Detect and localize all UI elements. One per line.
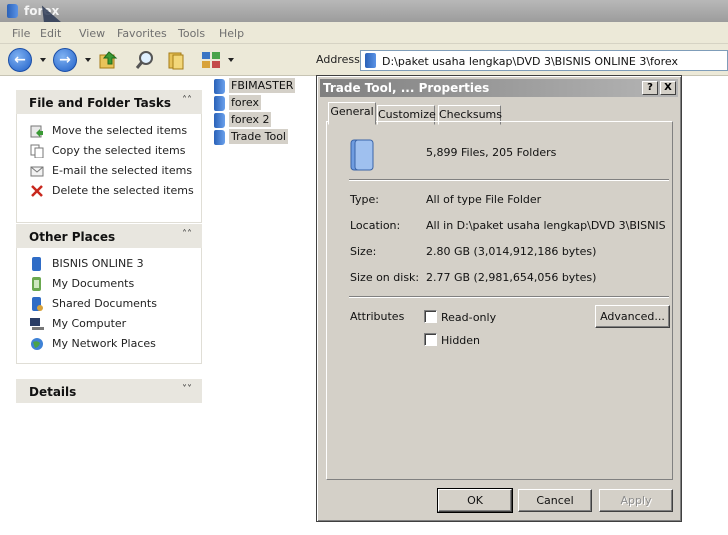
folder-icon xyxy=(365,53,376,68)
file-folder-tasks-panel: File and Folder Tasks ˄˄ Move the select… xyxy=(16,90,202,223)
folder-icon xyxy=(7,4,18,18)
read-only-label: Read-only xyxy=(441,311,497,324)
task-pane: File and Folder Tasks ˄˄ Move the select… xyxy=(0,76,212,535)
folder-icon xyxy=(348,138,376,172)
place-my-documents[interactable]: My Documents xyxy=(17,274,201,294)
cancel-button[interactable]: Cancel xyxy=(518,489,592,512)
tab-general[interactable]: General xyxy=(328,102,376,125)
folder-icon xyxy=(214,130,225,145)
collapse-icon[interactable]: ˄˄ xyxy=(182,95,192,106)
folder-icon xyxy=(214,79,225,94)
folder-icon xyxy=(214,113,225,128)
menu-tools[interactable]: Tools xyxy=(178,27,205,40)
panel-title: Details xyxy=(29,385,77,399)
help-button[interactable]: ? xyxy=(642,81,658,95)
ok-button[interactable]: OK xyxy=(437,488,513,513)
folder-icon xyxy=(214,96,225,111)
hidden-label: Hidden xyxy=(441,334,481,347)
task-email[interactable]: E-mail the selected items xyxy=(17,161,201,181)
back-icon[interactable]: ← xyxy=(8,48,32,72)
hidden-checkbox[interactable] xyxy=(424,333,437,346)
close-button[interactable]: X xyxy=(660,81,676,95)
dialog-title: Trade Tool, ... Properties xyxy=(323,81,490,95)
window-title-bar[interactable]: forex xyxy=(0,0,728,22)
place-bisnis-online-3[interactable]: BISNIS ONLINE 3 xyxy=(17,254,201,274)
separator xyxy=(349,179,669,181)
attributes-label: Attributes xyxy=(350,310,405,323)
folder-icon xyxy=(30,257,44,271)
computer-icon xyxy=(30,317,44,331)
search-icon[interactable] xyxy=(134,49,156,71)
task-move[interactable]: Move the selected items xyxy=(17,121,201,141)
general-tab-panel: 5,899 Files, 205 Folders Type: All of ty… xyxy=(326,121,673,480)
contents-summary: 5,899 Files, 205 Folders xyxy=(426,146,557,159)
location-value: All in D:\paket usaha lengkap\DVD 3\BISN… xyxy=(426,219,668,232)
panel-title: Other Places xyxy=(29,230,116,244)
dialog-title-bar[interactable]: Trade Tool, ... Properties ? X xyxy=(320,79,678,97)
task-delete[interactable]: Delete the selected items xyxy=(17,181,201,201)
move-icon xyxy=(30,124,44,138)
place-my-network-places[interactable]: My Network Places xyxy=(17,334,201,354)
my-documents-icon xyxy=(30,277,44,291)
separator xyxy=(349,296,669,298)
size-on-disk-label: Size on disk: xyxy=(350,271,420,284)
read-only-checkbox[interactable] xyxy=(424,310,437,323)
delete-icon xyxy=(30,184,44,198)
back-dropdown-icon[interactable] xyxy=(40,58,46,62)
location-label: Location: xyxy=(350,219,401,232)
email-icon xyxy=(30,164,44,178)
advanced-button[interactable]: Advanced... xyxy=(595,305,670,328)
size-on-disk-value: 2.77 GB (2,981,654,056 bytes) xyxy=(426,271,597,284)
type-label: Type: xyxy=(350,193,379,206)
shared-folder-icon xyxy=(30,297,44,311)
address-field[interactable]: D:\paket usaha lengkap\DVD 3\BISNIS ONLI… xyxy=(360,50,728,71)
size-value: 2.80 GB (3,014,912,186 bytes) xyxy=(426,245,597,258)
collapse-icon[interactable]: ˄˄ xyxy=(182,229,192,240)
apply-button[interactable]: Apply xyxy=(599,489,673,512)
copy-icon xyxy=(30,144,44,159)
menu-favorites[interactable]: Favorites xyxy=(117,27,167,40)
menu-help[interactable]: Help xyxy=(219,27,244,40)
panel-header[interactable]: File and Folder Tasks ˄˄ xyxy=(16,90,202,114)
panel-header[interactable]: Other Places ˄˄ xyxy=(16,224,202,248)
size-label: Size: xyxy=(350,245,377,258)
task-copy[interactable]: Copy the selected items xyxy=(17,141,201,161)
folders-icon[interactable] xyxy=(165,49,187,71)
address-label: Address xyxy=(316,53,360,66)
details-panel: Details ˅˅ xyxy=(16,379,202,403)
forward-icon[interactable]: → xyxy=(53,48,77,72)
menu-view[interactable]: View xyxy=(79,27,105,40)
views-icon[interactable] xyxy=(200,49,222,71)
panel-title: File and Folder Tasks xyxy=(29,96,172,110)
folder-up-icon[interactable] xyxy=(97,49,119,71)
forward-dropdown-icon[interactable] xyxy=(85,58,91,62)
expand-icon[interactable]: ˅˅ xyxy=(182,384,192,395)
menu-edit[interactable]: Edit xyxy=(40,27,61,40)
network-globe-icon xyxy=(30,337,44,351)
type-value: All of type File Folder xyxy=(426,193,542,206)
place-shared-documents[interactable]: Shared Documents xyxy=(17,294,201,314)
other-places-panel: Other Places ˄˄ BISNIS ONLINE 3 My Docum… xyxy=(16,224,202,364)
views-dropdown-icon[interactable] xyxy=(228,58,234,62)
place-my-computer[interactable]: My Computer xyxy=(17,314,201,334)
menu-file[interactable]: File xyxy=(12,27,30,40)
address-value: D:\paket usaha lengkap\DVD 3\BISNIS ONLI… xyxy=(382,55,679,68)
panel-header[interactable]: Details ˅˅ xyxy=(16,379,202,403)
properties-dialog: Trade Tool, ... Properties ? X General C… xyxy=(316,75,682,522)
menu-bar: File Edit View Favorites Tools Help xyxy=(0,22,728,44)
